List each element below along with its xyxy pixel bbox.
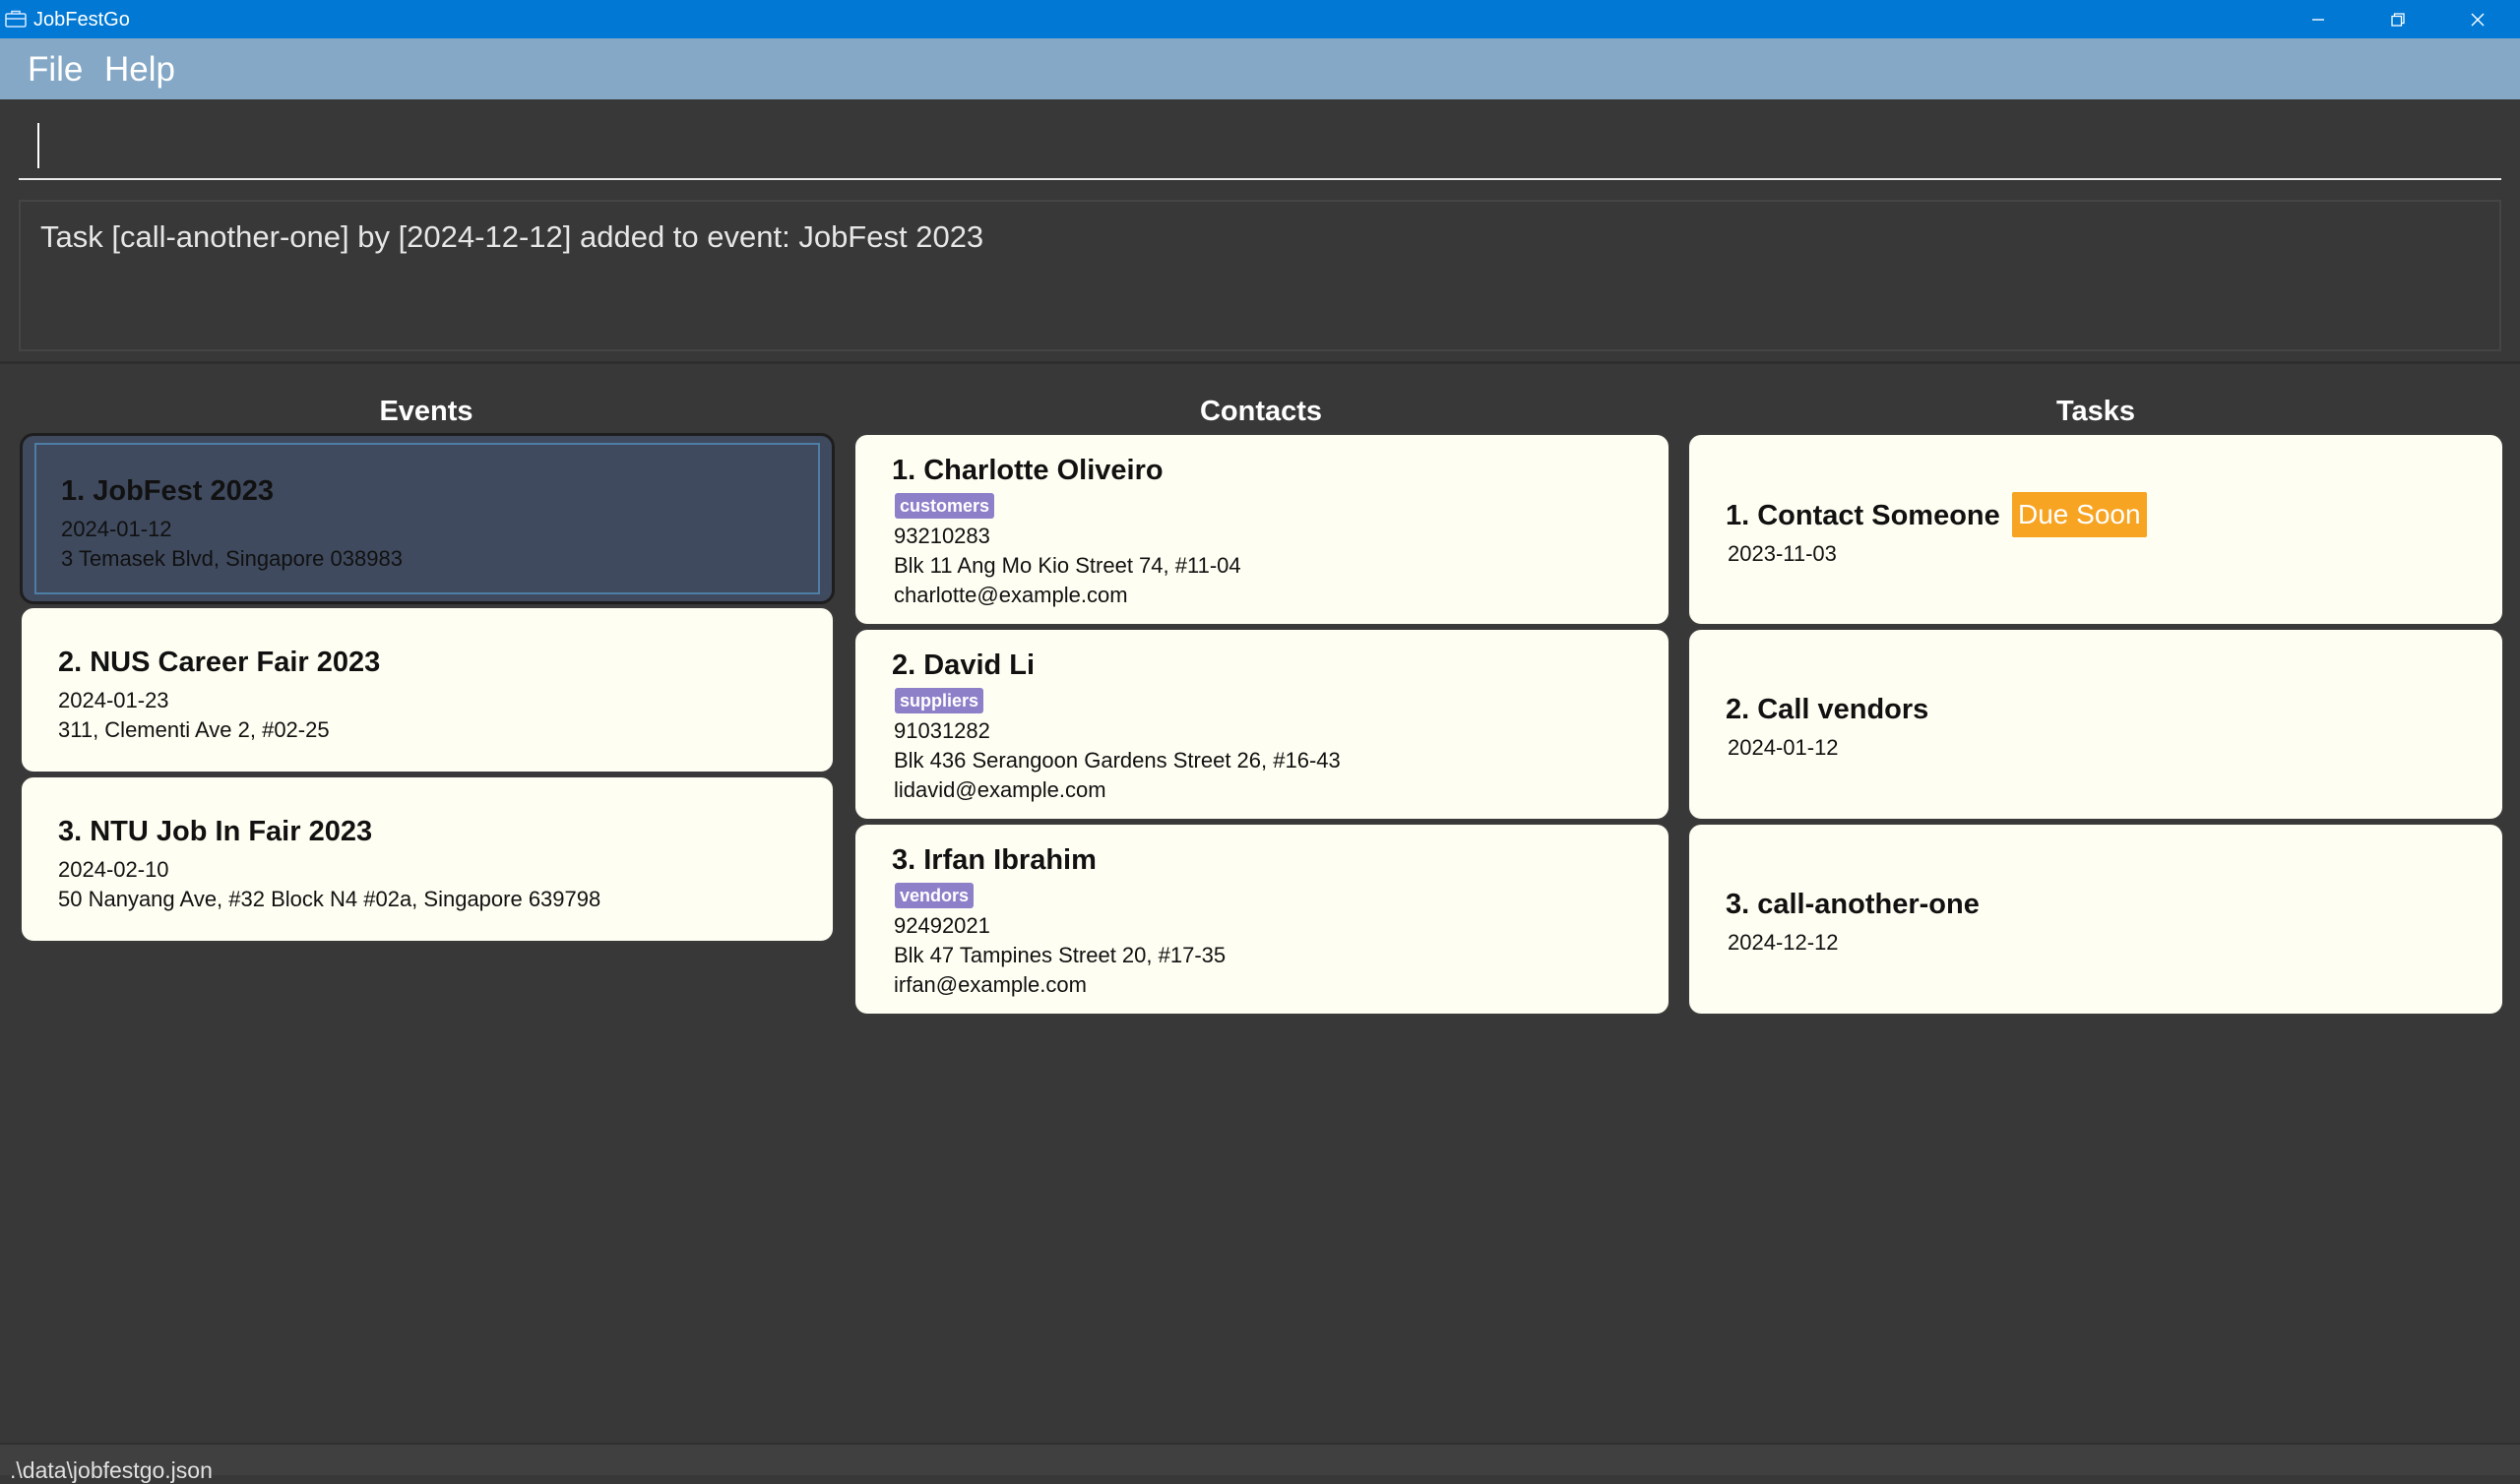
menu-bar: File Help	[0, 38, 2520, 99]
contact-card[interactable]: 1. Charlotte Oliveiro customers 93210283…	[853, 433, 1670, 626]
command-input[interactable]	[19, 117, 2501, 180]
contact-card[interactable]: 3. Irfan Ibrahim vendors 92492021 Blk 47…	[853, 823, 1670, 1016]
contact-email: irfan@example.com	[894, 972, 1087, 997]
task-date: 2024-12-12	[1728, 930, 1839, 955]
minimize-button[interactable]	[2279, 0, 2358, 38]
contact-phone: 91031282	[894, 718, 990, 743]
event-date: 2024-02-10	[58, 857, 169, 882]
task-date: 2024-01-12	[1728, 735, 1839, 760]
close-button[interactable]	[2438, 0, 2517, 38]
contact-address: Blk 11 Ang Mo Kio Street 74, #11-04	[894, 553, 1241, 578]
task-date: 2023-11-03	[1728, 541, 1837, 566]
contact-tag: suppliers	[895, 688, 984, 713]
contact-address: Blk 436 Serangoon Gardens Street 26, #16…	[894, 748, 1341, 773]
tasks-header: Tasks	[2055, 396, 2136, 427]
briefcase-icon	[5, 10, 27, 28]
task-name: 3. call-another-one	[1726, 889, 1980, 920]
contact-name: 1. Charlotte Oliveiro	[892, 455, 1164, 486]
event-card[interactable]: 2. NUS Career Fair 2023 2024-01-23 311, …	[20, 606, 835, 773]
close-icon	[2471, 13, 2485, 26]
events-header: Events	[379, 396, 473, 427]
event-address: 311, Clementi Ave 2, #02-25	[58, 717, 330, 742]
window-title: JobFestGo	[33, 9, 130, 31]
contact-tag: customers	[895, 493, 995, 519]
contacts-header: Contacts	[1199, 396, 1323, 427]
menu-file[interactable]: File	[28, 50, 83, 90]
command-area: Task [call-another-one] by [2024-12-12] …	[0, 99, 2520, 363]
minimize-icon	[2312, 18, 2324, 21]
contact-tag: vendors	[895, 883, 975, 908]
task-card[interactable]: 2. Call vendors 2024-01-12	[1687, 628, 2504, 821]
task-card[interactable]: 1. Contact Someone Due Soon 2023-11-03	[1687, 433, 2504, 626]
event-name: 1. JobFest 2023	[61, 475, 274, 507]
contact-phone: 93210283	[894, 524, 990, 548]
contact-name: 2. David Li	[892, 649, 1036, 681]
data-file-path: .\data\jobfestgo.json	[10, 1457, 213, 1483]
contact-card[interactable]: 2. David Li suppliers 91031282 Blk 436 S…	[853, 628, 1670, 821]
contact-address: Blk 47 Tampines Street 20, #17-35	[894, 943, 1227, 967]
event-card[interactable]: 3. NTU Job In Fair 2023 2024-02-10 50 Na…	[20, 775, 835, 943]
title-bar: JobFestGo	[0, 0, 2520, 38]
task-name: 2. Call vendors	[1726, 694, 1929, 725]
event-name: 2. NUS Career Fair 2023	[58, 647, 381, 678]
text-caret	[37, 123, 39, 168]
divider	[0, 361, 2520, 364]
result-display: Task [call-another-one] by [2024-12-12] …	[19, 200, 2501, 351]
task-name: 1. Contact Someone	[1726, 500, 2000, 531]
event-address: 3 Temasek Blvd, Singapore 038983	[61, 546, 403, 571]
event-card[interactable]: 1. JobFest 2023 2024-01-12 3 Temasek Blv…	[20, 433, 835, 604]
event-date: 2024-01-12	[61, 517, 172, 541]
restore-icon	[2391, 12, 2405, 27]
contact-phone: 92492021	[894, 913, 990, 938]
task-card[interactable]: 3. call-another-one 2024-12-12	[1687, 823, 2504, 1016]
event-date: 2024-01-23	[58, 688, 169, 712]
menu-help[interactable]: Help	[104, 50, 175, 90]
restore-button[interactable]	[2359, 0, 2437, 38]
contact-email: charlotte@example.com	[894, 583, 1128, 607]
contact-email: lidavid@example.com	[894, 777, 1106, 802]
event-name: 3. NTU Job In Fair 2023	[58, 816, 373, 847]
contact-name: 3. Irfan Ibrahim	[892, 844, 1097, 876]
due-soon-badge: Due Soon	[2012, 492, 2147, 537]
status-bar: .\data\jobfestgo.json	[0, 1443, 2520, 1483]
result-text: Task [call-another-one] by [2024-12-12] …	[40, 219, 984, 254]
event-address: 50 Nanyang Ave, #32 Block N4 #02a, Singa…	[58, 887, 601, 911]
